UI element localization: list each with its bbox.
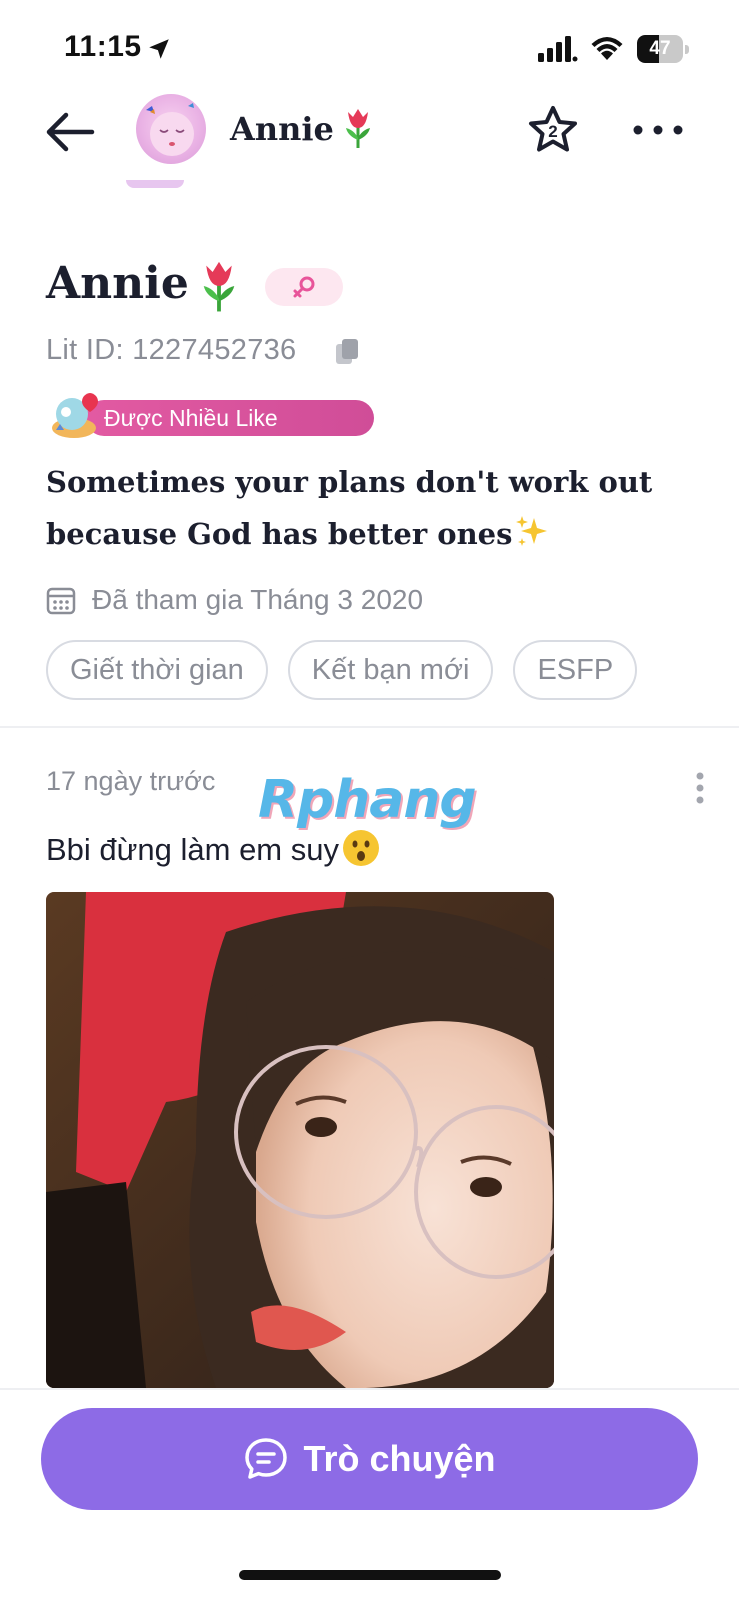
avatar[interactable] [136, 94, 206, 164]
post-photo[interactable] [46, 892, 554, 1388]
tag-personality[interactable]: ESFP [513, 640, 638, 700]
selfie-photo-illustration [46, 892, 554, 1388]
popular-badge: Được Nhiều Like [50, 392, 374, 438]
status-bar: 11:15 47 [0, 0, 739, 92]
follow-star-button[interactable]: 2 [523, 102, 583, 162]
section-divider [0, 726, 739, 728]
tulip-emoji-icon [203, 261, 235, 312]
interest-tags: Giết thời gian Kết bạn mới ESFP [46, 640, 638, 702]
home-indicator [239, 1570, 501, 1580]
joined-text: Đã tham gia Tháng 3 2020 [92, 584, 424, 615]
post-timestamp: 17 ngày trước [46, 766, 216, 796]
watermark-text: Rphang [258, 770, 477, 830]
copy-icon[interactable] [334, 338, 360, 366]
popular-badge-label: Được Nhiều Like [104, 405, 278, 431]
battery-level: 47 [649, 38, 671, 59]
wifi-icon [591, 37, 623, 60]
tag-make-friends[interactable]: Kết bạn mới [287, 640, 494, 700]
bottom-action-bar: Trò chuyện [0, 1388, 739, 1600]
location-arrow-icon [149, 39, 169, 59]
chat-bubble-icon [245, 1438, 288, 1479]
star-badge-count: 2 [548, 122, 557, 141]
avatar-shadow [126, 180, 184, 188]
status-time: 11:15 [64, 30, 142, 63]
battery-icon: 47 [637, 35, 689, 63]
more-dots-icon [633, 125, 683, 135]
surprised-face-emoji-icon [343, 830, 379, 866]
more-options-button[interactable] [630, 110, 686, 150]
calendar-icon [46, 587, 76, 615]
gender-badge [265, 268, 343, 306]
tag-kill-time[interactable]: Giết thời gian [46, 640, 268, 700]
profile-bio-text: Sometimes your plans don't work out beca… [46, 465, 653, 551]
profile-bio: Sometimes your plans don't work out beca… [46, 456, 706, 560]
chat-button-label: Trò chuyện [303, 1438, 496, 1479]
lit-id: Lit ID: 1227452736 [46, 334, 297, 366]
post-text: Bbi đừng làm em suy [46, 828, 381, 868]
sparkles-icon [516, 516, 548, 546]
post-text-content: Bbi đừng làm em suy [46, 832, 339, 867]
tulip-emoji-icon [346, 109, 370, 148]
star-badge-icon: 2 [529, 106, 577, 152]
back-button[interactable] [40, 102, 100, 162]
chat-button[interactable]: Trò chuyện [41, 1408, 698, 1510]
header-username: Annie [230, 110, 334, 148]
joined-date: Đã tham gia Tháng 3 2020 [46, 580, 423, 620]
back-arrow-icon [46, 112, 95, 152]
female-symbol-icon [293, 276, 315, 298]
profile-header: Annie 2 [0, 92, 739, 202]
avatar-face-icon [146, 103, 194, 156]
heart-sticker-icon [52, 393, 98, 438]
profile-name: Annie [46, 258, 189, 309]
signal-icon [538, 36, 578, 62]
post-more-icon[interactable] [688, 768, 712, 808]
